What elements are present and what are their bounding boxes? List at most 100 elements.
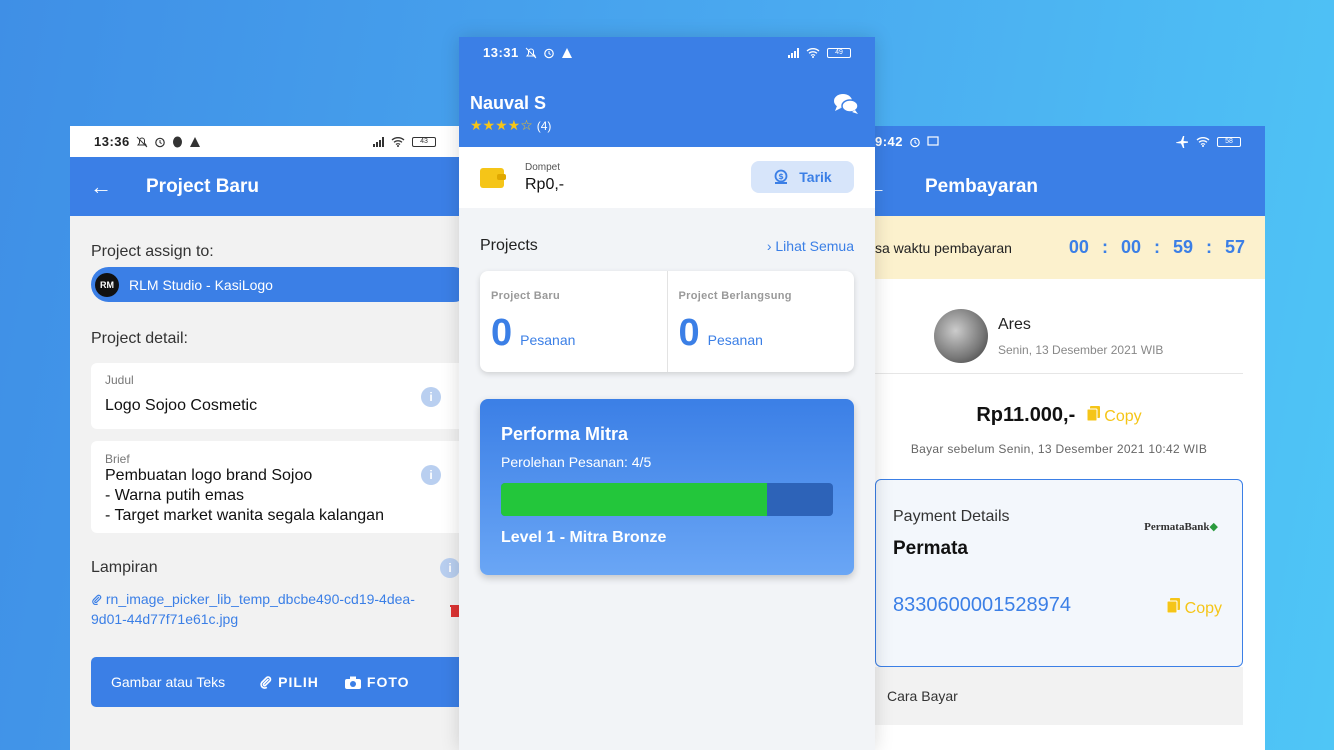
payer-info: Ares Senin, 13 Desember 2021 WIB <box>875 279 1243 374</box>
stat-label: Project Baru <box>491 290 561 302</box>
chevron-right-icon: › <box>766 238 772 254</box>
battery-icon: 49 <box>827 47 851 58</box>
shield-icon <box>172 136 182 147</box>
info-icon[interactable]: i <box>440 558 460 578</box>
brief-line-1: Pembuatan logo brand Sojoo <box>105 467 313 484</box>
timer-value: 00 : 00 : 59 : 57 <box>1068 237 1245 257</box>
attachment-type-label: Gambar atau Teks <box>111 674 226 690</box>
stat-count: 0 <box>678 312 700 354</box>
app-bar: ← Pembayaran <box>875 157 1265 216</box>
status-icons <box>136 136 201 148</box>
signal-icon <box>373 136 384 147</box>
avatar <box>934 309 988 363</box>
judul-field[interactable]: Judul Logo Sojoo Cosmetic i <box>91 363 460 429</box>
attachment-filename: rn_image_picker_lib_temp_dbcbe490-cd19-4… <box>91 591 415 627</box>
pilih-label: PILIH <box>278 674 319 690</box>
status-bar: 9:42 58 <box>875 126 1265 157</box>
payer-date: Senin, 13 Desember 2021 WIB <box>998 342 1164 357</box>
payment-details-card: Payment Details Permata PermataBank◆ 833… <box>875 479 1243 667</box>
copy-icon <box>1086 406 1100 422</box>
mute-icon <box>136 136 148 147</box>
wallet-bar: Dompet Rp0,- $ Tarik <box>459 147 875 208</box>
camera-icon <box>344 676 361 689</box>
brief-field[interactable]: Brief Pembuatan logo brand Sojoo - Warna… <box>91 441 460 533</box>
brief-line-3: - Target market wanita segala kalangan <box>105 507 384 524</box>
paperclip-icon <box>92 594 102 606</box>
assign-select[interactable]: RM RLM Studio - KasiLogo <box>91 267 460 302</box>
performance-level: Level 1 - Mitra Bronze <box>501 529 667 546</box>
assign-label: Project assign to: <box>91 243 214 260</box>
pay-before-text: Bayar sebelum Senin, 13 Desember 2021 10… <box>910 442 1208 456</box>
status-icons-right: 43 <box>373 136 436 147</box>
lampiran-label: Lampiran <box>91 559 158 576</box>
info-icon[interactable]: i <box>421 387 441 407</box>
performance-card: Performa Mitra Perolehan Pesanan: 4/5 Le… <box>480 399 854 575</box>
back-arrow-icon[interactable]: ← <box>90 174 130 200</box>
signal-icon <box>788 47 799 58</box>
battery-icon: 43 <box>412 136 436 147</box>
pembayaran-screen: 9:42 58 ← Pembayaran sa waktu pembayaran… <box>875 126 1265 750</box>
alarm-icon <box>543 48 554 58</box>
back-arrow-icon[interactable]: ← <box>875 174 899 200</box>
foto-button[interactable]: FOTO <box>344 674 410 690</box>
chat-icon[interactable] <box>833 93 859 115</box>
wallet-label: Dompet <box>525 161 561 173</box>
info-icon[interactable]: i <box>421 465 441 485</box>
status-icons <box>909 136 939 148</box>
performance-subtitle: Perolehan Pesanan: 4/5 <box>501 454 652 470</box>
screen-icon <box>927 136 939 146</box>
wallet-icon <box>480 167 506 188</box>
performance-title: Performa Mitra <box>501 424 629 444</box>
payment-timer: sa waktu pembayaran 00 : 00 : 59 : 57 <box>875 216 1265 279</box>
alarm-icon <box>154 137 165 147</box>
performance-progress-bar <box>501 483 833 516</box>
stat-unit: Pesanan <box>707 332 763 348</box>
attachment-link[interactable]: rn_image_picker_lib_temp_dbcbe490-cd19-4… <box>70 589 445 629</box>
project-berlangsung-stat[interactable]: Project Berlangsung 0 Pesanan <box>666 271 855 372</box>
page-title: Pembayaran <box>925 175 1039 197</box>
project-baru-stat[interactable]: Project Baru 0 Pesanan <box>480 271 667 372</box>
status-time: 13:31 <box>483 45 519 60</box>
battery-icon: 58 <box>1217 136 1241 147</box>
detail-label: Project detail: <box>91 330 188 347</box>
copy-icon <box>1166 598 1181 614</box>
status-icons <box>525 47 573 59</box>
copy-amount-button[interactable]: Copy <box>1086 406 1142 425</box>
svg-text:$: $ <box>778 172 784 181</box>
judul-label: Judul <box>105 373 134 387</box>
projects-header: Projects › Lihat Semua <box>459 208 875 255</box>
status-bar: 13:36 43 <box>70 126 460 157</box>
user-name: Nauval S <box>470 93 547 113</box>
copy-va-button[interactable]: Copy <box>1166 598 1222 618</box>
cara-bayar-section[interactable]: Cara Bayar <box>875 667 1243 725</box>
status-time: 13:36 <box>94 134 130 149</box>
page-title: Project Baru <box>146 175 259 197</box>
amount-row: Rp11.000,- Copy <box>875 404 1243 427</box>
bank-name: Permata <box>893 538 968 559</box>
copy-label: Copy <box>1104 408 1142 425</box>
tarik-button[interactable]: $ Tarik <box>751 161 854 193</box>
dashboard-screen: 13:31 49 Nauval S ★★★★☆ (4) Dompet Rp0,- <box>459 37 875 750</box>
project-baru-screen: 13:36 43 ← Project Baru Project assign t… <box>70 126 460 750</box>
projects-title: Projects <box>480 237 538 254</box>
app-bar: ← Project Baru <box>70 157 460 216</box>
pilih-button[interactable]: PILIH <box>259 674 319 690</box>
stat-count: 0 <box>491 312 513 354</box>
stat-unit: Pesanan <box>520 332 576 348</box>
tarik-label: Tarik <box>799 169 832 185</box>
judul-value: Logo Sojoo Cosmetic <box>105 397 258 414</box>
studio-logo: RM <box>95 272 119 297</box>
wallet-amount: Rp0,- <box>525 175 565 193</box>
timer-label: sa waktu pembayaran <box>875 239 1012 256</box>
assign-value: RLM Studio - KasiLogo <box>129 276 273 293</box>
see-all-link[interactable]: › Lihat Semua <box>767 238 854 254</box>
stat-label: Project Berlangsung <box>678 290 792 302</box>
foto-label: FOTO <box>366 674 410 690</box>
alarm-icon <box>910 137 920 147</box>
bank-logo-text: PermataBank <box>1144 521 1210 533</box>
brief-line-2: - Warna putih emas <box>105 487 245 504</box>
amount-value: Rp11.000,- <box>976 404 1076 426</box>
progress-fill <box>501 483 767 516</box>
copy-label: Copy <box>1184 600 1222 617</box>
star-rating-icon: ★★★★☆ <box>470 117 533 133</box>
